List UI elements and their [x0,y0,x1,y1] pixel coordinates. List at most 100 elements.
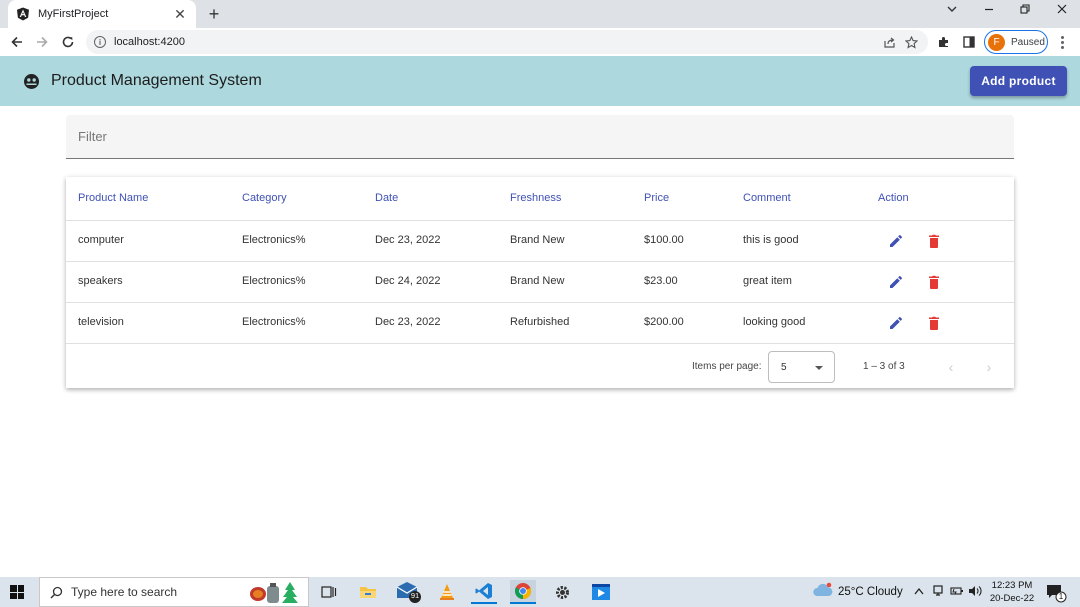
cell-date: Dec 23, 2022 [375,316,441,328]
avatar: F [988,33,1005,51]
items-per-page-value: 5 [781,362,787,373]
extensions-puzzle-icon[interactable] [933,31,955,53]
battery-icon[interactable] [950,585,964,600]
cell-category: Electronics% [242,234,306,246]
windows-taskbar: Type here to search 91 25°C Cloudy 12:23… [0,577,1080,607]
edit-pencil-icon[interactable] [887,273,905,291]
items-per-page-label: Items per page: [692,361,762,372]
angular-logo-icon [16,7,30,21]
browser-tab-strip: MyFirstProject ✕ + [0,0,1080,28]
tray-chevron-up-icon[interactable] [913,585,925,599]
delete-trash-icon[interactable] [925,314,943,332]
delete-trash-icon[interactable] [925,232,943,250]
tab-title: MyFirstProject [38,8,109,20]
reload-icon[interactable] [57,31,79,53]
page-title: Product Management System [51,72,262,89]
volume-icon[interactable] [968,585,982,600]
header-product-name[interactable]: Product Name [78,192,148,204]
cell-comment: this is good [743,234,799,246]
windows-start-icon[interactable] [10,585,24,599]
cell-product-name: television [78,316,124,328]
cell-price: $100.00 [644,234,684,246]
cell-comment: looking good [743,316,806,328]
taskbar-search-placeholder[interactable]: Type here to search [71,585,177,599]
search-highlight-icon [250,582,298,603]
network-icon[interactable] [932,585,946,600]
close-window-icon[interactable] [1050,3,1074,18]
minimize-icon[interactable] [977,3,1001,18]
app-logo-icon [23,73,40,90]
restore-icon[interactable] [1013,3,1037,18]
search-icon [50,586,63,598]
chrome-icon[interactable] [510,580,536,604]
taskbar-search[interactable]: Type here to search [39,577,309,607]
bookmark-star-icon[interactable] [900,31,922,53]
cell-freshness: Refurbished [510,316,570,328]
clock-date: 20-Dec-22 [989,593,1035,604]
profile-button[interactable]: F Paused [984,30,1048,54]
cell-freshness: Brand New [510,234,565,246]
dropdown-arrow-icon [815,366,823,370]
app-toolbar: Product Management System Add product [0,56,1080,106]
delete-trash-icon[interactable] [925,273,943,291]
tab-close-icon[interactable]: ✕ [172,6,188,23]
tab-search-chevron-icon[interactable] [940,3,964,18]
taskbar-clock[interactable]: 12:23 PM 20-Dec-22 [988,579,1036,605]
table-row: computer Electronics% Dec 23, 2022 Brand… [66,221,1014,262]
back-arrow-icon[interactable] [6,31,28,53]
new-tab-button[interactable]: + [204,4,224,24]
header-date[interactable]: Date [375,192,398,204]
table-header-row: Product Name Category Date Freshness Pri… [66,177,1014,221]
items-per-page-select[interactable]: 5 [768,351,835,383]
site-info-icon[interactable]: i [94,36,106,48]
cell-date: Dec 23, 2022 [375,234,441,246]
header-category[interactable]: Category [242,192,287,204]
cell-category: Electronics% [242,275,306,287]
cell-date: Dec 24, 2022 [375,275,441,287]
media-player-icon[interactable] [588,580,614,604]
clock-time: 12:23 PM [991,580,1033,591]
mail-icon[interactable]: 91 [396,580,422,604]
share-icon[interactable] [878,31,900,53]
notification-badge: 1 [1058,592,1064,601]
forward-arrow-icon[interactable] [31,31,53,53]
filter-input[interactable] [66,115,1014,158]
browser-menu-icon[interactable] [1054,31,1070,53]
side-panel-icon[interactable] [958,31,980,53]
cell-price: $23.00 [644,275,678,287]
mail-badge: 91 [410,591,420,600]
header-price[interactable]: Price [644,192,669,204]
filter-field[interactable] [66,115,1014,159]
table-row: television Electronics% Dec 23, 2022 Ref… [66,303,1014,344]
browser-tab[interactable]: MyFirstProject ✕ [8,0,196,28]
product-table-card: Product Name Category Date Freshness Pri… [66,177,1014,388]
next-page-button[interactable]: › [979,357,999,377]
cell-freshness: Brand New [510,275,565,287]
vlc-icon[interactable] [434,580,460,604]
header-action: Action [878,192,909,204]
cell-comment: great item [743,275,792,287]
browser-toolbar: i localhost:4200 F Paused [0,28,1080,56]
weather-text[interactable]: 25°C Cloudy [838,586,903,598]
url-text[interactable]: localhost:4200 [114,36,878,48]
file-explorer-icon[interactable] [355,580,381,604]
cell-category: Electronics% [242,316,306,328]
cell-product-name: speakers [78,275,123,287]
weather-cloud-icon[interactable] [812,582,834,601]
page-range-label: 1 – 3 of 3 [863,361,905,372]
previous-page-button[interactable]: ‹ [941,357,961,377]
add-product-button[interactable]: Add product [970,66,1067,96]
header-freshness[interactable]: Freshness [510,192,561,204]
address-bar[interactable]: i localhost:4200 [86,30,928,54]
paginator: Items per page: 5 1 – 3 of 3 ‹ › [66,347,1014,388]
edit-pencil-icon[interactable] [887,232,905,250]
settings-gear-icon[interactable] [549,580,575,604]
notification-center-icon[interactable]: 1 [1046,583,1068,606]
task-view-icon[interactable] [316,580,342,604]
profile-status: Paused [1011,36,1045,48]
header-comment[interactable]: Comment [743,192,791,204]
cell-product-name: computer [78,234,124,246]
edit-pencil-icon[interactable] [887,314,905,332]
cell-price: $200.00 [644,316,684,328]
vscode-icon[interactable] [471,580,497,604]
